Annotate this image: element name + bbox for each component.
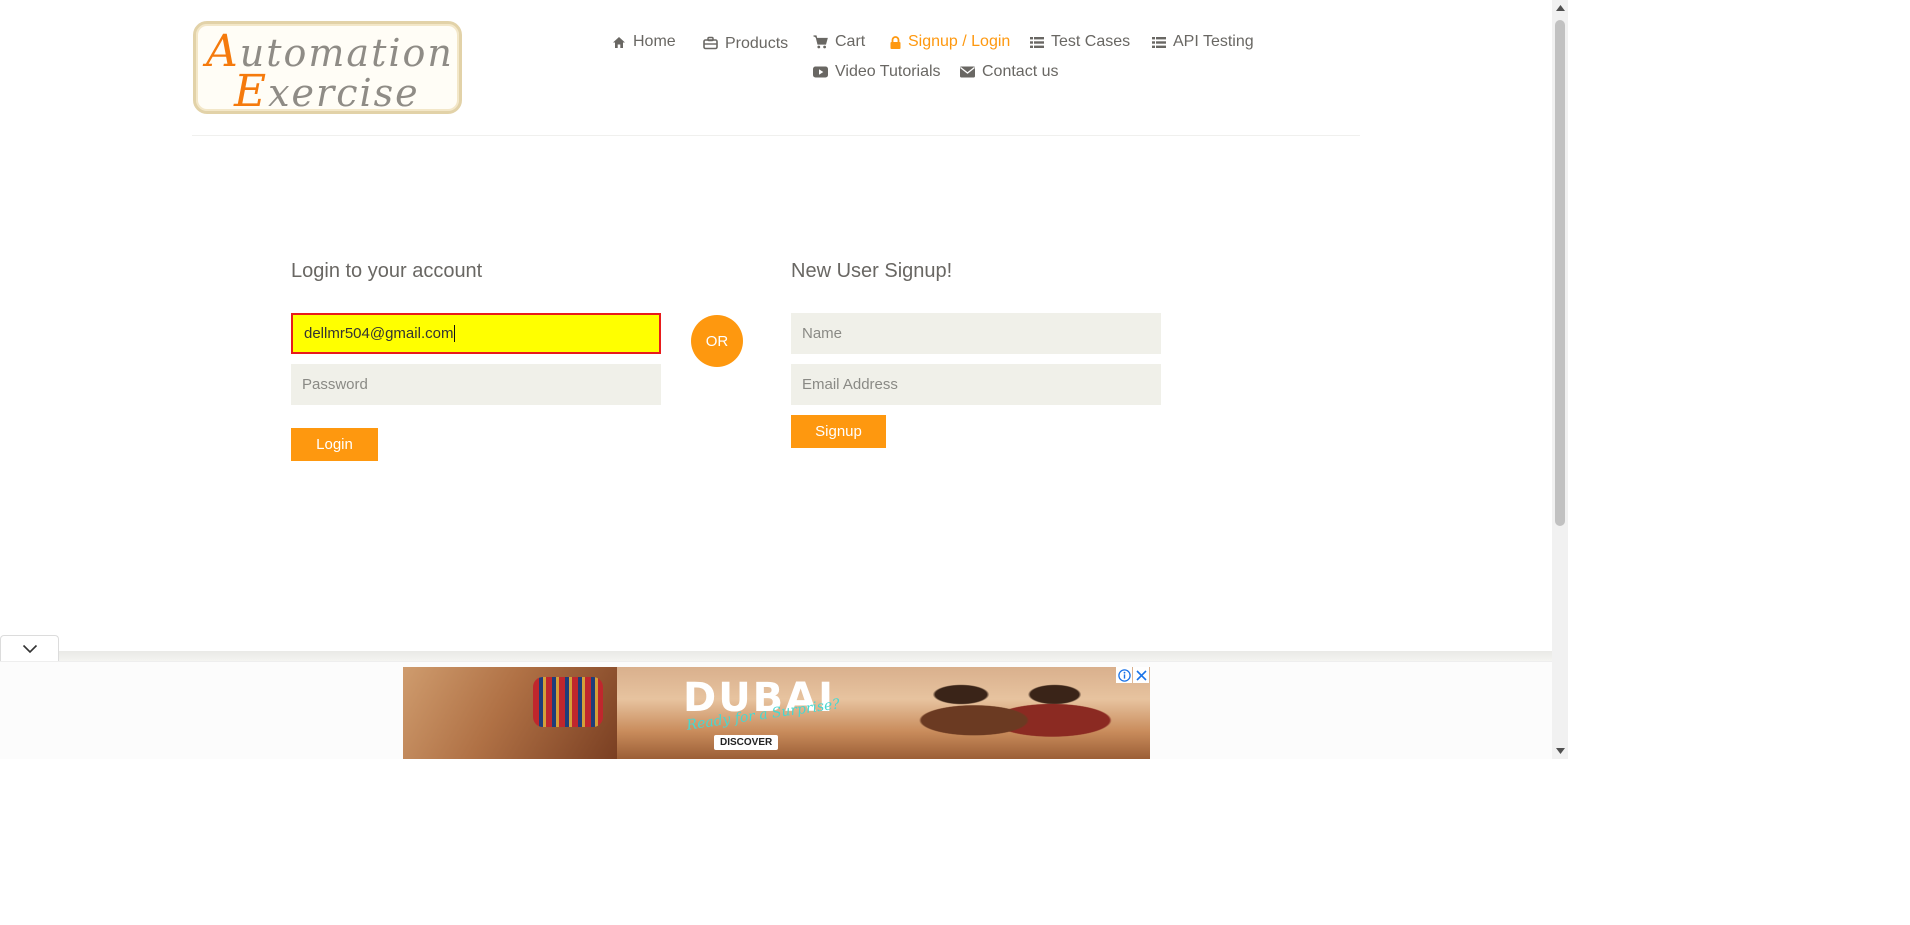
logo-text-line2: xercise [268,71,420,115]
signup-button[interactable]: Signup [791,415,886,448]
cart-icon [813,35,828,49]
nav-products-label: Products [725,35,789,52]
nav-home[interactable]: Home [612,33,676,51]
signup-email-input[interactable]: Email Address [791,364,1161,405]
signup-email-placeholder: Email Address [802,376,898,393]
close-icon [1135,669,1147,681]
home-icon [613,36,625,48]
envelope-icon [960,66,975,78]
nav-video-tutorials[interactable]: Video Tutorials [813,63,941,81]
briefcase-icon [703,36,718,50]
or-divider: OR [691,315,743,367]
scroll-up-arrow[interactable] [1552,0,1568,16]
ad-banner[interactable]: DUBAI Ready for a Surprise? DISCOVER [403,667,1150,759]
ad-camel-rug [533,677,603,727]
nav-home-label: Home [633,33,676,50]
list-icon [1152,36,1166,48]
login-email-value: dellmr504@gmail.com [304,325,454,342]
text-caret [454,325,456,342]
login-email-input[interactable]: dellmr504@gmail.com [291,313,661,354]
login-button[interactable]: Login [291,428,378,461]
signup-name-placeholder: Name [802,325,843,342]
ad-top-strip [59,651,1552,661]
ad-discover-button[interactable]: DISCOVER [714,735,779,750]
nav-api-testing-label: API Testing [1173,33,1254,50]
nav-video-tutorials-label: Video Tutorials [835,63,941,80]
ad-collapse-toggle[interactable] [0,635,59,662]
nav-contact-us-label: Contact us [982,63,1059,80]
header-divider [192,135,1360,136]
nav-test-cases[interactable]: Test Cases [1030,33,1130,51]
logo-cap-e: E [234,66,269,117]
login-title: Login to your account [291,260,483,282]
lock-icon [890,35,901,49]
login-password-input[interactable]: Password [291,364,661,405]
nav-contact-us[interactable]: Contact us [960,63,1058,81]
triangle-up-icon [1555,5,1565,11]
logo-text-line1: utomation [239,31,454,75]
ad-info-button[interactable] [1116,667,1132,683]
scroll-down-arrow[interactable] [1552,743,1568,759]
youtube-play-icon [813,66,828,78]
ad-close-button[interactable] [1133,667,1149,683]
nav-products[interactable]: Products [703,33,788,53]
signup-name-input[interactable]: Name [791,313,1161,354]
nav-signup-login[interactable]: Signup / Login [890,33,1010,51]
ad-image-people [883,673,1143,759]
nav-signup-login-label: Signup / Login [908,33,1011,50]
chevron-down-icon [22,644,37,654]
list-icon [1030,36,1044,48]
nav-cart-label: Cart [835,33,866,50]
signup-title: New User Signup! [791,260,953,282]
login-password-placeholder: Password [302,376,368,393]
scrollbar-thumb[interactable] [1555,20,1565,526]
nav-api-testing[interactable]: API Testing [1152,33,1254,51]
site-logo[interactable]: Automation Exercise [193,21,462,114]
triangle-down-icon [1555,748,1565,754]
nav-cart[interactable]: Cart [813,33,865,51]
info-icon [1117,668,1131,682]
nav-test-cases-label: Test Cases [1051,33,1131,50]
